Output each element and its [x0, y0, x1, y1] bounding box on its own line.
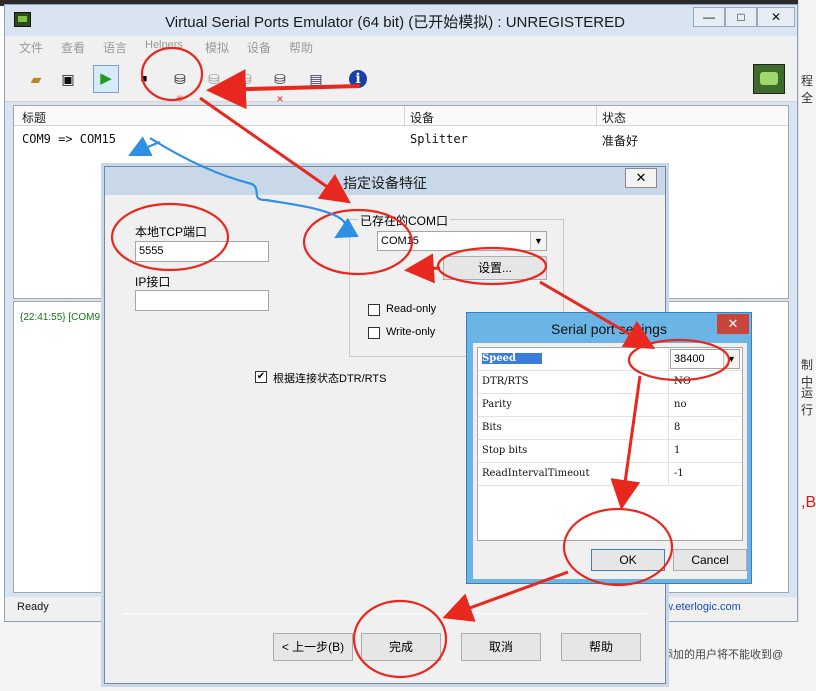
column-header-device[interactable]: 设备 — [410, 109, 434, 126]
dialog-body: Speed 38400 ▼ DTR/RTS NO Parity no Bits — [473, 343, 747, 579]
close-button[interactable]: ✕ — [757, 7, 795, 27]
menu-view[interactable]: 查看 — [61, 39, 85, 56]
stop-icon[interactable]: ■ — [135, 70, 153, 88]
setting-row-stop-bits[interactable]: Stop bits 1 — [478, 440, 742, 463]
ip-input[interactable] — [135, 290, 269, 311]
title-bar: Virtual Serial Ports Emulator (64 bit) (… — [5, 5, 797, 35]
setting-value: -1 — [674, 468, 684, 479]
setting-row-parity[interactable]: Parity no — [478, 394, 742, 417]
row-status: 准备好 — [602, 134, 639, 148]
log-line: {22:41:55} [COM9 — [20, 312, 101, 323]
background-text: 运行 — [801, 386, 814, 417]
readonly-label: Read-only — [386, 303, 437, 315]
dialog-close-button[interactable]: ✕ — [625, 168, 657, 188]
menu-file[interactable]: 文件 — [19, 39, 43, 56]
setting-key: Speed — [482, 353, 542, 364]
menu-bar: 文件 查看 语言 Helpers 模拟 设备 帮助 — [5, 36, 797, 58]
play-icon[interactable]: ▶ — [93, 65, 119, 93]
row-device: Splitter — [410, 132, 468, 146]
setting-row-bits[interactable]: Bits 8 — [478, 417, 742, 440]
ok-button[interactable]: OK — [591, 549, 665, 571]
back-button[interactable]: < 上一步(B) — [273, 633, 353, 661]
ip-label: IP接口 — [135, 275, 171, 289]
background-page-right: 程全 制中 运行 ,B — [798, 0, 816, 691]
column-header-title[interactable]: 标题 — [22, 109, 46, 126]
speed-select[interactable]: 38400 ▼ — [670, 349, 740, 369]
settings-grid: Speed 38400 ▼ DTR/RTS NO Parity no Bits — [477, 347, 743, 541]
setting-row-dtr-rts[interactable]: DTR/RTS NO — [478, 371, 742, 394]
status-text: Ready — [17, 601, 49, 613]
device-icon[interactable]: ⛁ — [205, 70, 223, 88]
setting-key: DTR/RTS — [482, 376, 529, 387]
setting-value: 1 — [674, 445, 681, 456]
properties-icon[interactable]: ▤ — [307, 70, 325, 88]
setting-key: Bits — [482, 422, 502, 433]
serial-settings-dialog: Serial port settings ✕ Speed 38400 ▼ DTR… — [466, 312, 752, 584]
close-icon[interactable]: ✕ — [717, 314, 749, 334]
chevron-down-icon: ▼ — [530, 232, 546, 250]
menu-helpers[interactable]: Helpers — [145, 39, 183, 51]
menu-emulation[interactable]: 模拟 — [205, 39, 229, 56]
dialog-title: 指定设备特征 — [343, 175, 427, 191]
column-header-status[interactable]: 状态 — [602, 109, 626, 126]
settings-button[interactable]: 设置... — [443, 256, 547, 280]
open-icon[interactable]: ▰ — [27, 70, 45, 88]
setting-value: 8 — [674, 422, 681, 433]
new-device-icon[interactable]: ⛁✳ — [171, 70, 189, 105]
info-icon[interactable]: i — [349, 70, 367, 88]
delete-device-icon[interactable]: ⛁✕ — [271, 70, 289, 104]
finish-button[interactable]: 完成 — [361, 633, 441, 661]
dtr-rts-label: 根据连接状态DTR/RTS — [273, 373, 387, 385]
chevron-down-icon: ▼ — [723, 350, 739, 368]
background-text: 添加的用户将不能收到@ — [662, 649, 784, 661]
background-text: ,B — [801, 494, 816, 511]
setting-row-speed[interactable]: Speed 38400 ▼ — [478, 348, 742, 371]
window-title: Virtual Serial Ports Emulator (64 bit) (… — [165, 14, 625, 31]
speed-value: 38400 — [674, 353, 705, 365]
setting-key: Stop bits — [482, 445, 528, 456]
save-icon[interactable]: ▣ — [59, 70, 77, 88]
list-header: 标题 设备 状态 — [14, 106, 788, 126]
row-title: COM9 => COM15 — [22, 132, 116, 146]
tcp-port-input[interactable]: 5555 — [135, 241, 269, 262]
setting-key: ReadIntervalTimeout — [482, 468, 590, 479]
setting-row-read-interval-timeout[interactable]: ReadIntervalTimeout -1 — [478, 463, 742, 486]
com-port-select[interactable]: COM15 ▼ — [377, 231, 547, 251]
website-link[interactable]: w.eterlogic.com — [665, 601, 741, 613]
writeonly-label: Write-only — [386, 326, 436, 338]
menu-help[interactable]: 帮助 — [289, 39, 313, 56]
device-icon[interactable]: ⛁ — [237, 70, 255, 88]
dialog-title: Serial port settings — [551, 321, 667, 337]
dtr-rts-checkbox[interactable]: ✔ — [255, 371, 267, 383]
setting-value: no — [674, 399, 687, 410]
maximize-button[interactable]: □ — [725, 7, 757, 27]
dialog-title-bar: 指定设备特征 ✕ — [105, 167, 665, 195]
cancel-button[interactable]: 取消 — [461, 633, 541, 661]
menu-device[interactable]: 设备 — [247, 39, 271, 56]
divider — [123, 613, 647, 614]
background-text: 程全 — [801, 74, 814, 105]
readonly-checkbox[interactable] — [368, 304, 380, 316]
help-button[interactable]: 帮助 — [561, 633, 641, 661]
writeonly-checkbox[interactable] — [368, 327, 380, 339]
menu-language[interactable]: 语言 — [103, 39, 127, 56]
setting-key: Parity — [482, 399, 512, 410]
setting-value: NO — [674, 376, 691, 387]
logo-icon — [753, 64, 785, 94]
toolbar: ▰ ▣ ▶ ■ ⛁✳ ⛁ ⛁ ⛁✕ ▤ i — [5, 58, 797, 105]
tcp-port-label: 本地TCP端口 — [135, 225, 208, 239]
cancel-button[interactable]: Cancel — [673, 549, 747, 571]
dialog-title-bar: Serial port settings ✕ — [467, 313, 751, 343]
com-port-value: COM15 — [381, 235, 419, 247]
group-label: 已存在的COM口 — [358, 212, 450, 229]
minimize-button[interactable]: — — [693, 7, 725, 27]
